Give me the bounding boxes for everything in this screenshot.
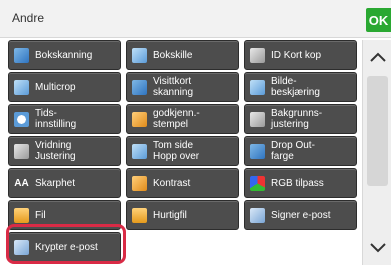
tile-skarphet[interactable]: AA Skarphet — [8, 168, 121, 198]
scroll-thumb[interactable] — [367, 76, 388, 186]
tile-label: Bakgrunns- justering — [271, 108, 323, 130]
drop-out-color-icon — [250, 143, 265, 159]
multicrop-icon — [14, 79, 29, 95]
tile-label: Vridning Justering — [35, 140, 76, 162]
tile-label: ID Kort kop — [271, 49, 322, 61]
selection-highlight — [6, 224, 126, 264]
tile-bokskille[interactable]: Bokskille — [126, 40, 239, 70]
tile-signer-e-post[interactable]: Signer e-post — [244, 200, 357, 230]
contrast-icon — [132, 175, 147, 191]
tile-label: Multicrop — [35, 81, 76, 93]
tile-label: Bokskille — [153, 49, 193, 61]
tile-hurtigfil[interactable]: Hurtigfil — [126, 200, 239, 230]
tile-rgb-tilpass[interactable]: RGB tilpass — [244, 168, 357, 198]
tile-label: Skarphet — [35, 177, 76, 189]
tile-visittkort-skanning[interactable]: Visittkort skanning — [126, 72, 239, 102]
blank-page-skip-icon — [132, 143, 147, 159]
image-crop-icon — [250, 79, 265, 95]
tile-id-kort-kop[interactable]: ID Kort kop — [244, 40, 357, 70]
scroll-up-button[interactable] — [363, 42, 391, 72]
sign-email-icon — [250, 207, 265, 223]
tile-label: Tom side Hopp over — [153, 140, 200, 162]
chevron-up-icon — [369, 52, 386, 62]
page-title: Andre — [12, 11, 45, 25]
ok-button[interactable]: OK — [366, 8, 391, 32]
background-adjust-icon — [250, 111, 265, 127]
tile-label: Tids- innstilling — [35, 108, 77, 130]
tile-label: Visittkort skanning — [153, 76, 194, 98]
tile-label: Drop Out- farge — [271, 140, 315, 162]
tile-label: Bilde- beskjæring — [271, 76, 320, 98]
approval-stamp-icon — [132, 111, 147, 127]
sharpness-icon: AA — [14, 177, 29, 189]
folder-icon — [14, 207, 29, 223]
book-divider-icon — [132, 47, 147, 63]
clock-icon — [14, 111, 29, 127]
tile-bokskanning[interactable]: Bokskanning — [8, 40, 121, 70]
tile-label: Signer e-post — [271, 209, 331, 221]
rgb-adjust-icon — [250, 175, 265, 191]
tile-label: Kontrast — [153, 177, 191, 189]
tile-bildebeskjaering[interactable]: Bilde- beskjæring — [244, 72, 357, 102]
tile-vridning-justering[interactable]: Vridning Justering — [8, 136, 121, 166]
tile-tom-side-hopp-over[interactable]: Tom side Hopp over — [126, 136, 239, 166]
scrollbar[interactable] — [362, 40, 391, 265]
tile-bakgrunnsjustering[interactable]: Bakgrunns- justering — [244, 104, 357, 134]
header-bar: Andre OK — [0, 0, 391, 38]
tile-label: RGB tilpass — [271, 177, 324, 189]
id-card-copy-icon — [250, 47, 265, 63]
tile-label: Bokskanning — [35, 49, 93, 61]
book-scan-icon — [14, 47, 29, 63]
tile-label: godkjenn.- stempel — [153, 108, 200, 130]
tile-multicrop[interactable]: Multicrop — [8, 72, 121, 102]
tile-godkjenn-stempel[interactable]: godkjenn.- stempel — [126, 104, 239, 134]
tile-drop-out-farge[interactable]: Drop Out- farge — [244, 136, 357, 166]
skew-adjust-icon — [14, 143, 29, 159]
quick-file-icon — [132, 207, 147, 223]
business-card-scan-icon — [132, 79, 147, 95]
tile-tidsinnstilling[interactable]: Tids- innstilling — [8, 104, 121, 134]
tile-kontrast[interactable]: Kontrast — [126, 168, 239, 198]
chevron-down-icon — [369, 243, 386, 253]
scroll-down-button[interactable] — [363, 232, 391, 262]
tile-label: Hurtigfil — [153, 209, 187, 221]
tile-label: Fil — [35, 209, 46, 221]
